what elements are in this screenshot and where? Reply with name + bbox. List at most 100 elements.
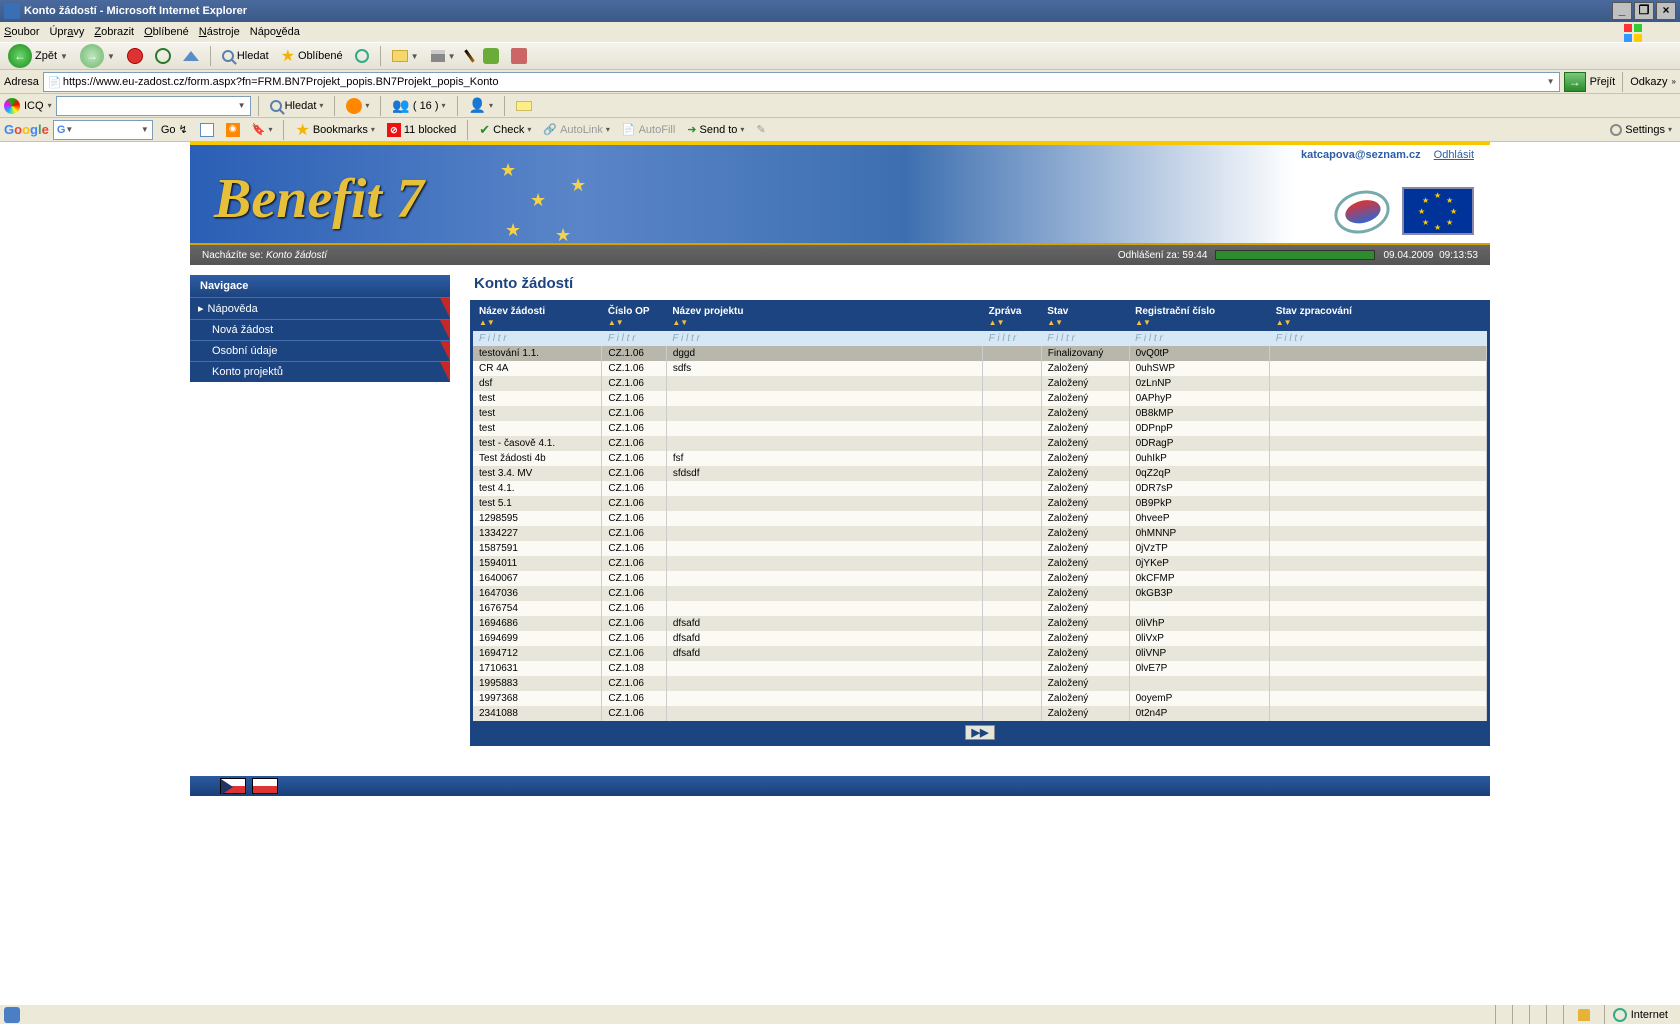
google-go-button[interactable]: Go↯ [157,121,192,138]
sidebar-item[interactable]: ▸Nápověda [190,297,450,319]
icq-search-button[interactable]: Hledat▾ [266,98,328,114]
table-row[interactable]: 1587591CZ.1.06Založený0jVzTP [473,541,1487,556]
icq-notify-button[interactable]: ▾ [342,96,373,116]
refresh-button[interactable] [151,46,175,66]
column-header[interactable]: Název žádosti▲▼ [473,303,602,331]
google-wand-button[interactable]: ✎ [752,121,769,138]
table-row[interactable]: 1694699CZ.1.06dfsafdZaložený0liVxP [473,631,1487,646]
column-header[interactable]: Zpráva▲▼ [983,303,1042,331]
google-search-input[interactable]: G▼▼ [53,120,153,140]
search-button[interactable]: Hledat [218,48,273,64]
stop-button[interactable] [123,46,147,66]
menu-tools[interactable]: Nástroje [199,26,240,38]
table-cell: Založený [1041,571,1129,586]
table-row[interactable]: 1640067CZ.1.06Založený0kCFMP [473,571,1487,586]
icq-search-input[interactable]: ▼ [56,96,251,116]
filter-cell[interactable]: F i l t r [602,331,666,346]
table-row[interactable]: 2341088CZ.1.06Založený0t2n4P [473,706,1487,721]
edit-button[interactable] [464,47,475,65]
filter-cell[interactable]: F i l t r [983,331,1042,346]
column-header[interactable]: Číslo OP▲▼ [602,303,666,331]
sidebar-item[interactable]: Nová žádost [190,319,450,340]
menu-edit[interactable]: Úpravy [49,26,84,38]
mail-button[interactable]: ▼ [388,48,423,64]
table-row[interactable]: 1694712CZ.1.06dfsafdZaložený0liVNP [473,646,1487,661]
google-autolink-button[interactable]: 🔗AutoLink▾ [539,121,614,138]
logout-link[interactable]: Odhlásit [1434,149,1474,161]
table-row[interactable]: 1334227CZ.1.06Založený0hMNNP [473,526,1487,541]
table-row[interactable]: testCZ.1.06Založený0B8kMP [473,406,1487,421]
table-row[interactable]: testCZ.1.06Založený0DPnpP [473,421,1487,436]
pager-next-button[interactable]: ▶▶ [965,725,996,740]
flag-cz-icon[interactable] [220,778,246,794]
table-row[interactable]: CR 4ACZ.1.06sdfsZaložený0uhSWP [473,361,1487,376]
close-button[interactable]: × [1656,2,1676,20]
table-row[interactable]: test - časově 4.1.CZ.1.06Založený0DRagP [473,436,1487,451]
table-row[interactable]: 1710631CZ.1.08Založený0lvE7P [473,661,1487,676]
table-row[interactable]: 1647036CZ.1.06Založený0kGB3P [473,586,1487,601]
google-sendto-button[interactable]: ➜Send to▾ [683,121,748,138]
research-button[interactable] [507,46,531,66]
google-autofill-button[interactable]: 📄AutoFill [618,121,679,138]
favorites-button[interactable]: ★Oblíbené [277,44,347,68]
table-row[interactable]: test 5.1CZ.1.06Založený0B9PkP [473,496,1487,511]
table-row[interactable]: 1995883CZ.1.06Založený [473,676,1487,691]
sidebar-item[interactable]: Osobní údaje [190,340,450,361]
google-settings-button[interactable]: Settings▾ [1606,122,1676,138]
sidebar-item[interactable]: Konto projektů [190,361,450,382]
links-label[interactable]: Odkazy [1630,76,1667,88]
column-header[interactable]: Stav zpracování▲▼ [1270,303,1487,331]
filter-cell[interactable]: F i l t r [666,331,982,346]
table-row[interactable]: dsfCZ.1.06Založený0zLnNP [473,376,1487,391]
filter-cell[interactable]: F i l t r [473,331,602,346]
history-button[interactable] [351,47,373,65]
filter-cell[interactable]: F i l t r [1041,331,1129,346]
print-button[interactable]: ▼ [427,48,460,64]
google-bm2-button[interactable]: 🔖▾ [248,121,277,138]
filter-cell[interactable]: F i l t r [1270,331,1487,346]
messenger-button[interactable] [479,46,503,66]
icq-contacts-button[interactable]: 👥( 16 )▾ [388,95,449,116]
home-button[interactable] [179,49,203,63]
table-row[interactable]: testování 1.1.CZ.1.06dggdFinalizovaný0vQ… [473,346,1487,361]
google-bookmarks-button[interactable]: ★Bookmarks▾ [291,118,378,142]
go-button[interactable]: → [1564,72,1586,92]
menu-help[interactable]: Nápověda [250,26,300,38]
google-new-button[interactable] [196,121,218,139]
table-row[interactable]: 1997368CZ.1.06Založený0oyemP [473,691,1487,706]
filter-cell[interactable]: F i l t r [1129,331,1270,346]
address-bar: Adresa 📄 https://www.eu-zadost.cz/form.a… [0,70,1680,94]
table-row[interactable]: test 4.1.CZ.1.06Založený0DR7sP [473,481,1487,496]
google-check-button[interactable]: ✔Check▾ [475,120,535,140]
table-cell [666,496,982,511]
table-row[interactable]: 1594011CZ.1.06Založený0jYKeP [473,556,1487,571]
menu-view[interactable]: Zobrazit [94,26,134,38]
back-button[interactable]: ← Zpět ▼ [4,42,72,70]
table-row[interactable]: testCZ.1.06Založený0APhyP [473,391,1487,406]
column-header[interactable]: Stav▲▼ [1041,303,1129,331]
forward-button[interactable]: → ▼ [76,42,119,70]
address-input[interactable]: 📄 https://www.eu-zadost.cz/form.aspx?fn=… [43,72,1560,92]
table-row[interactable]: 1298595CZ.1.06Založený0hveeP [473,511,1487,526]
forward-icon: → [80,44,104,68]
minimize-button[interactable]: _ [1612,2,1632,20]
google-blocked-button[interactable]: ⊘11 blocked [383,121,460,139]
table-cell: test 4.1. [473,481,602,496]
icq-user-button[interactable]: 👤▾ [465,95,497,116]
restore-button[interactable]: ❐ [1634,2,1654,20]
table-row[interactable]: 1694686CZ.1.06dfsafdZaložený0liVhP [473,616,1487,631]
table-cell: CZ.1.06 [602,436,666,451]
table-cell: CZ.1.06 [602,631,666,646]
table-row[interactable]: Test žádosti 4bCZ.1.06fsfZaložený0uhIkP [473,451,1487,466]
google-rss-button[interactable]: ◉ [222,121,244,139]
chevron-down-icon[interactable]: ▼ [1547,77,1555,86]
menu-file[interactable]: Soubor [4,26,39,38]
column-header[interactable]: Název projektu▲▼ [666,303,982,331]
table-row[interactable]: test 3.4. MVCZ.1.06sfdsdfZaložený0qZ2qP [473,466,1487,481]
table-row[interactable]: 1676754CZ.1.06Založený [473,601,1487,616]
menu-favorites[interactable]: Oblíbené [144,26,189,38]
table-cell [666,706,982,721]
icq-highlight-button[interactable] [512,99,536,113]
column-header[interactable]: Registrační číslo▲▼ [1129,303,1270,331]
flag-pl-icon[interactable] [252,778,278,794]
